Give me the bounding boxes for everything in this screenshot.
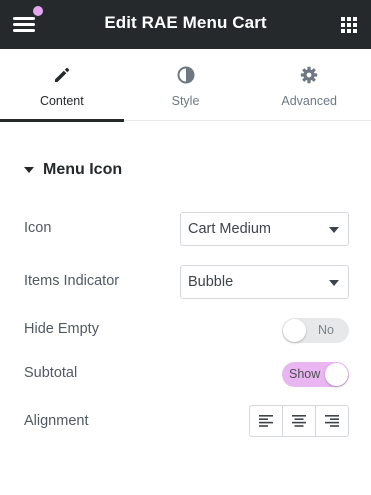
tab-style[interactable]: Style [124, 49, 248, 121]
alignment-label: Alignment [24, 413, 89, 429]
gear-icon [300, 66, 318, 84]
toggle-knob [325, 363, 348, 386]
control-alignment: Alignment [24, 405, 349, 437]
alignment-choices [249, 405, 349, 437]
items-indicator-select[interactable]: Bubble [180, 265, 349, 299]
pencil-icon [54, 67, 70, 82]
panel-title: Edit RAE Menu Cart [104, 13, 267, 32]
icon-label: Icon [24, 220, 52, 236]
tab-content[interactable]: Content [0, 49, 124, 122]
section-menu-icon-toggle[interactable]: Menu Icon [24, 160, 122, 180]
tab-style-label: Style [171, 94, 200, 108]
control-subtotal: Subtotal Show [24, 362, 349, 387]
align-left-button[interactable] [250, 406, 282, 436]
subtotal-toggle[interactable]: Show [282, 362, 349, 387]
subtotal-label: Subtotal [24, 365, 78, 381]
control-icon: Icon Cart Medium [24, 212, 349, 246]
editor-header: Edit RAE Menu Cart [0, 0, 371, 49]
chevron-down-icon [329, 227, 339, 233]
half-circle-icon [177, 66, 194, 84]
align-center-icon [292, 415, 306, 427]
caret-down-icon [24, 167, 34, 173]
items-indicator-label: Items Indicator [24, 273, 120, 289]
panel-tabs: Content Style Advanced [0, 49, 371, 122]
tab-advanced-label: Advanced [281, 94, 337, 108]
align-left-icon [259, 415, 273, 427]
align-right-button[interactable] [315, 406, 348, 436]
hide-empty-state: No [318, 323, 334, 337]
icon-select[interactable]: Cart Medium [180, 212, 349, 246]
items-indicator-select-value: Bubble [188, 274, 234, 290]
grid-apps-icon[interactable] [341, 17, 357, 33]
hide-empty-toggle[interactable]: No [282, 318, 349, 343]
icon-select-value: Cart Medium [188, 221, 271, 237]
toggle-knob [283, 319, 306, 342]
tab-advanced[interactable]: Advanced [247, 49, 371, 121]
section-title: Menu Icon [43, 161, 123, 178]
subtotal-state: Show [289, 367, 321, 381]
control-hide-empty: Hide Empty No [24, 318, 349, 343]
hide-empty-label: Hide Empty [24, 321, 99, 337]
control-items-indicator: Items Indicator Bubble [24, 265, 349, 299]
align-right-icon [325, 415, 339, 427]
tab-content-label: Content [39, 94, 84, 108]
align-center-button[interactable] [282, 406, 315, 436]
chevron-down-icon [329, 280, 339, 286]
